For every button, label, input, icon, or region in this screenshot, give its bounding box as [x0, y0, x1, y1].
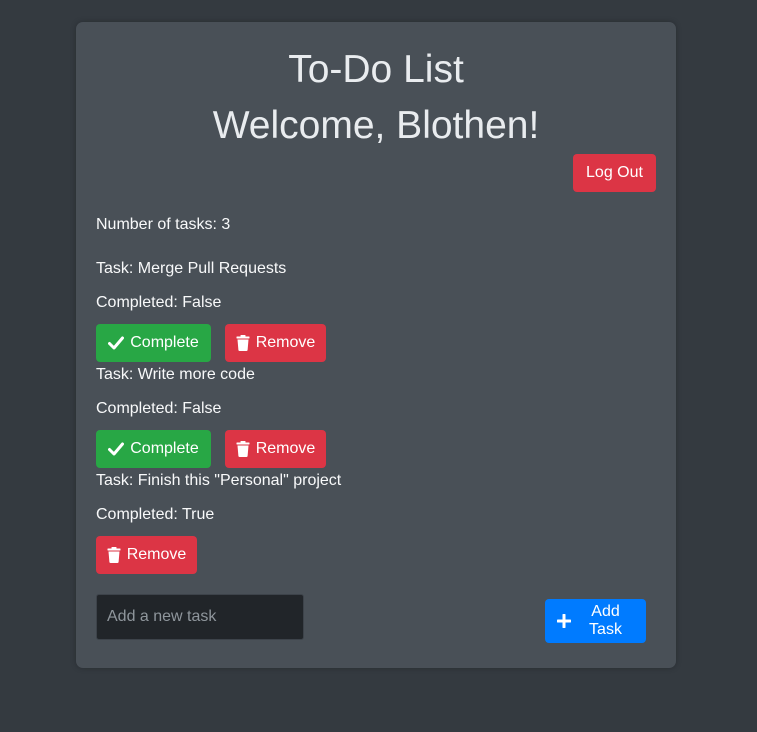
logout-button[interactable]: Log Out [573, 154, 656, 192]
remove-button[interactable]: Remove [225, 324, 326, 362]
check-icon [108, 336, 125, 350]
complete-label: Complete [130, 334, 199, 351]
remove-label: Remove [255, 334, 316, 351]
welcome-heading: Welcome, Blothen! [212, 104, 540, 147]
logout-label: Log Out [586, 164, 643, 181]
task-status: Completed: False [96, 294, 222, 311]
task-status: Completed: True [96, 506, 215, 523]
task-name: Task: Write more code [96, 366, 255, 383]
task-count: Number of tasks: 3 [96, 216, 231, 233]
todo-card: To-Do List Welcome, Blothen! Log Out Num… [76, 22, 676, 668]
task-status: Completed: False [96, 400, 222, 417]
add-task-label: Add Task [589, 603, 622, 638]
page-title: To-Do List [288, 48, 464, 91]
remove-label: Remove [126, 546, 187, 563]
trash-icon [107, 547, 121, 563]
complete-label: Complete [130, 440, 199, 457]
check-icon [108, 442, 125, 456]
new-task-input[interactable] [96, 594, 304, 640]
plus-icon [557, 614, 571, 628]
complete-button[interactable]: Complete [96, 324, 211, 362]
remove-button[interactable]: Remove [96, 536, 197, 574]
add-task-button[interactable]: Add Task [545, 599, 646, 643]
remove-button[interactable]: Remove [225, 430, 326, 468]
task-name: Task: Merge Pull Requests [96, 260, 287, 277]
complete-button[interactable]: Complete [96, 430, 211, 468]
remove-label: Remove [255, 440, 316, 457]
trash-icon [236, 335, 250, 351]
task-name: Task: Finish this "Personal" project [96, 472, 342, 489]
trash-icon [236, 441, 250, 457]
